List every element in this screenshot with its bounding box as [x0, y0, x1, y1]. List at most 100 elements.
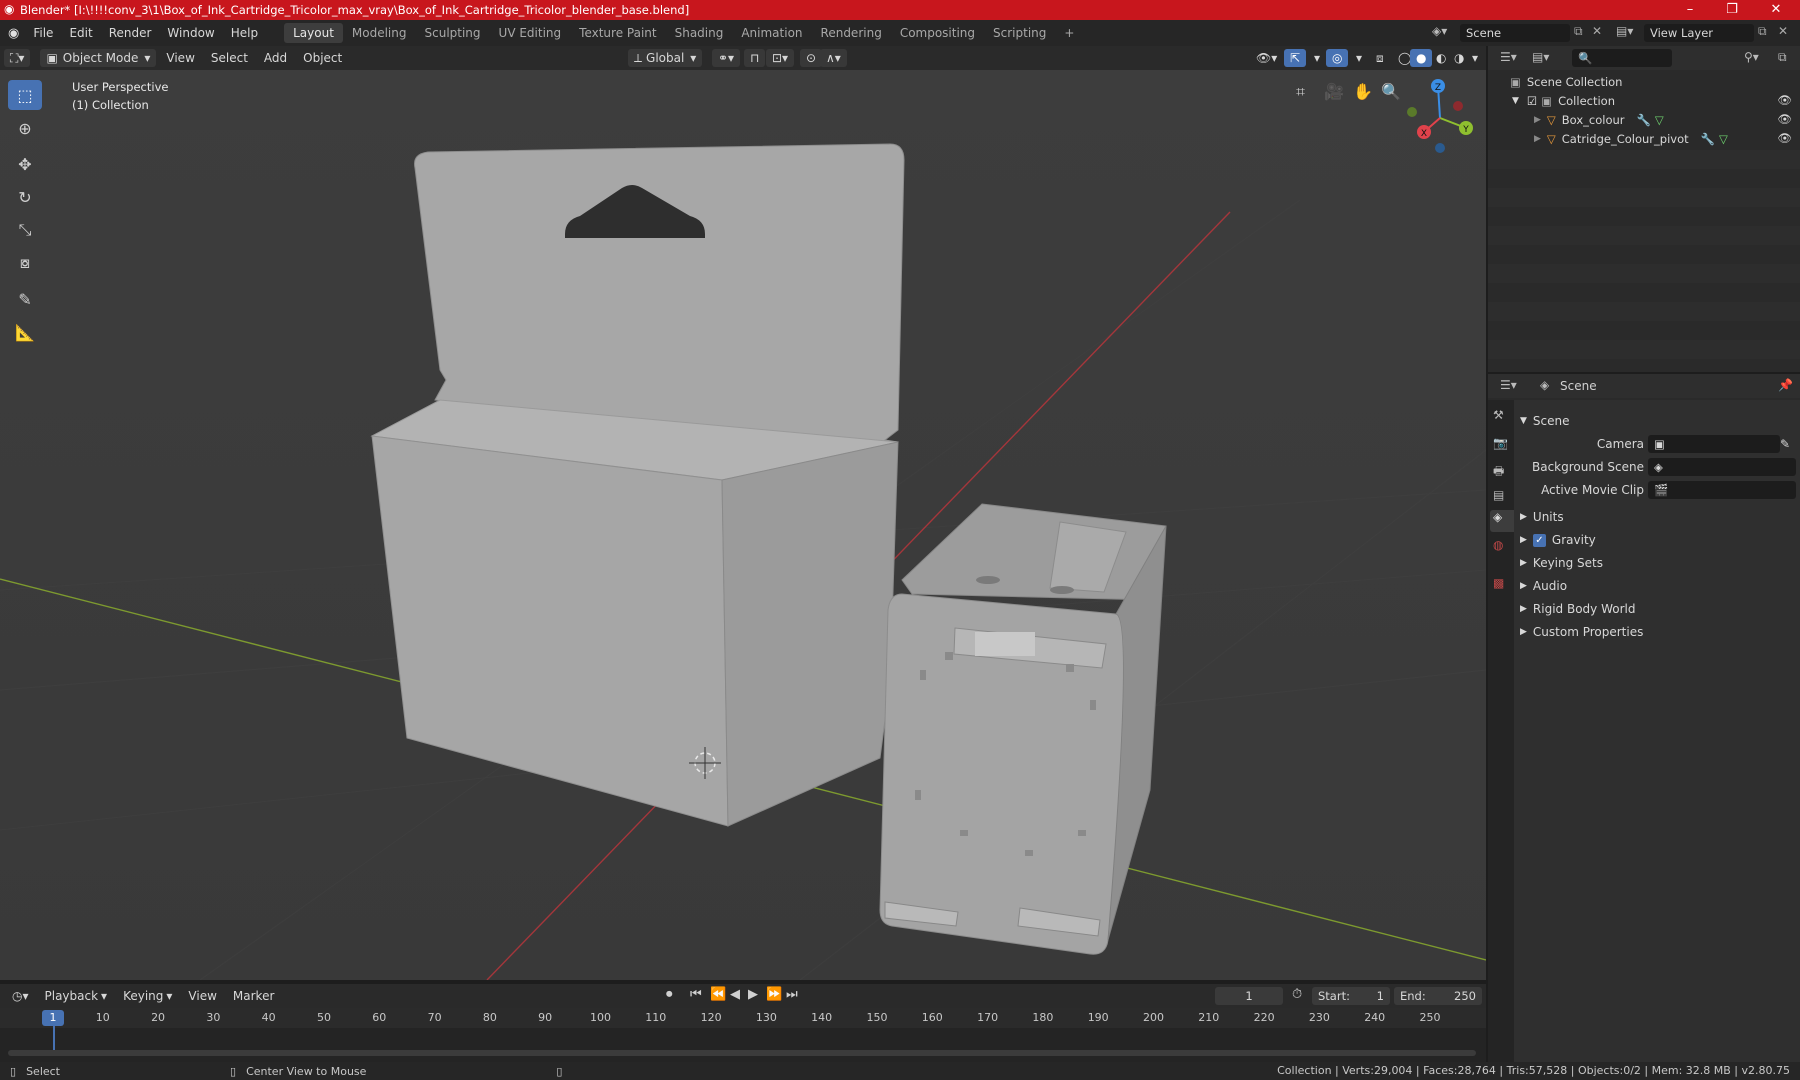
pan-hand-icon[interactable]: ✋ [1353, 82, 1373, 101]
rotate-tool[interactable]: ↻ [8, 182, 42, 212]
close-button[interactable]: ✕ [1756, 0, 1796, 20]
3d-viewport[interactable]: User Perspective (1) Collection ⌗ 🎥 ✋ 🔍 … [0, 70, 1486, 980]
camera-field[interactable]: ▣ [1648, 435, 1780, 453]
menu-object[interactable]: Object [297, 49, 348, 67]
new-view-layer-icon[interactable]: ⧉ [1758, 24, 1767, 39]
scene-name-field[interactable]: Scene [1460, 24, 1570, 42]
transform-orientation-dropdown[interactable]: ⟂ Global ▾ [628, 49, 703, 67]
visibility-eye-icon[interactable]: 👁 [1777, 131, 1792, 145]
navigation-gizmo[interactable]: Z Y X [1398, 76, 1482, 160]
new-collection-icon[interactable]: ⧉ [1778, 50, 1787, 65]
menu-select[interactable]: Select [205, 49, 254, 67]
snap-target-button[interactable]: ⊡▾ [766, 49, 795, 67]
outliner-row-box-colour[interactable]: ▶ ▽ Box_colour 🔧 ▽ 👁 [1488, 110, 1800, 129]
outliner-editor-type-icon[interactable]: ☰▾ [1500, 50, 1517, 64]
editor-type-button[interactable]: ⛶▾ [4, 49, 31, 67]
record-icon[interactable]: ⏺ [666, 987, 673, 1002]
tab-uv-editing[interactable]: UV Editing [490, 23, 571, 43]
xray-toggle[interactable]: ⧈ [1370, 49, 1390, 67]
tab-shading[interactable]: Shading [666, 23, 733, 43]
falloff-button[interactable]: ∧▾ [820, 49, 847, 67]
prev-keyframe-icon[interactable]: ⏪ [710, 987, 726, 1002]
menu-render[interactable]: Render [101, 26, 160, 40]
grid-view-icon[interactable]: ⌗ [1296, 82, 1305, 102]
tool-tab-icon[interactable]: ⚒ [1493, 408, 1504, 422]
custom-properties-panel[interactable]: ▶ Custom Properties [1520, 621, 1798, 643]
measure-tool[interactable]: 📐 [8, 317, 42, 347]
timeline-editor-type-button[interactable]: ◷▾ [6, 987, 35, 1005]
scene-panel-header[interactable]: ▼ Scene [1520, 410, 1798, 432]
filter-icon[interactable]: ⚲▾ [1744, 50, 1759, 64]
delete-view-layer-icon[interactable]: ✕ [1778, 24, 1788, 38]
maximize-button[interactable]: ❐ [1712, 0, 1752, 20]
menu-playback[interactable]: Playback ▾ [39, 987, 114, 1005]
tab-rendering[interactable]: Rendering [812, 23, 891, 43]
scale-tool[interactable]: ⤡ [8, 215, 42, 245]
menu-window[interactable]: Window [159, 26, 222, 40]
visibility-eye-icon[interactable]: 👁 [1777, 112, 1792, 126]
mode-dropdown[interactable]: ▣ Object Mode ▾ [40, 49, 157, 67]
move-tool[interactable]: ✥ [8, 149, 42, 179]
select-box-tool[interactable]: ⬚ [8, 80, 42, 110]
mesh-data-icon[interactable]: ▽ [1655, 113, 1664, 127]
pin-icon[interactable]: 📌 [1778, 378, 1793, 392]
background-scene-field[interactable]: ◈ [1648, 458, 1796, 476]
view-layer-tab-icon[interactable]: ▤ [1493, 488, 1504, 502]
rigid-body-world-panel[interactable]: ▶ Rigid Body World [1520, 598, 1798, 620]
keying-sets-panel[interactable]: ▶ Keying Sets [1520, 552, 1798, 574]
cursor-tool[interactable]: ⊕ [8, 113, 42, 143]
shading-dropdown[interactable]: ▾ [1466, 49, 1484, 67]
menu-file[interactable]: File [25, 26, 61, 40]
gizmo-dropdown[interactable]: ▾ [1308, 49, 1326, 67]
end-frame-field[interactable]: End: 250 [1394, 987, 1482, 1005]
outliner-row-scene-collection[interactable]: ▣ Scene Collection [1488, 72, 1800, 91]
tab-compositing[interactable]: Compositing [891, 23, 984, 43]
tab-sculpting[interactable]: Sculpting [416, 23, 490, 43]
outliner-row-collection[interactable]: ▼ ☑ ▣ Collection 👁 [1488, 91, 1800, 110]
units-panel[interactable]: ▶ Units [1520, 506, 1798, 528]
scene-tab-icon[interactable]: ◈ [1490, 510, 1514, 532]
display-mode-icon[interactable]: ▤▾ [1532, 50, 1549, 64]
overlays-dropdown[interactable]: ▾ [1350, 49, 1368, 67]
visibility-eye-icon[interactable]: 👁 [1777, 93, 1792, 107]
gravity-panel[interactable]: ▶ ✓ Gravity [1520, 529, 1798, 551]
blender-menu-icon[interactable]: ◉ [8, 26, 19, 41]
next-keyframe-icon[interactable]: ⏩ [766, 987, 782, 1002]
visibility-icon[interactable]: 👁▾ [1250, 49, 1283, 67]
menu-add[interactable]: Add [258, 49, 293, 67]
add-workspace-button[interactable]: + [1055, 23, 1083, 43]
current-frame-field[interactable]: 1 [1215, 987, 1283, 1005]
snap-toggle[interactable]: ⊓ [744, 49, 766, 67]
tab-texture-paint[interactable]: Texture Paint [570, 23, 665, 43]
gizmo-toggle[interactable]: ⇱ [1284, 49, 1307, 67]
transform-tool[interactable]: ⧇ [8, 248, 42, 278]
minimize-button[interactable]: – [1670, 0, 1710, 20]
output-tab-icon[interactable]: 🖶 [1493, 462, 1504, 483]
eyedropper-icon[interactable]: ✎ [1780, 437, 1790, 451]
tab-layout[interactable]: Layout [284, 23, 343, 43]
tab-modeling[interactable]: Modeling [343, 23, 416, 43]
expand-arrow-icon[interactable]: ▼ [1512, 96, 1519, 106]
tab-scripting[interactable]: Scripting [984, 23, 1055, 43]
gravity-checkbox[interactable]: ✓ [1532, 533, 1546, 547]
start-frame-field[interactable]: Start: 1 [1312, 987, 1390, 1005]
view-layer-icon[interactable]: ▤▾ [1616, 24, 1633, 38]
jump-end-icon[interactable]: ⏭ [786, 987, 798, 1002]
tab-animation[interactable]: Animation [732, 23, 811, 43]
view-layer-field[interactable]: View Layer [1644, 24, 1754, 42]
menu-help[interactable]: Help [223, 26, 266, 40]
pivot-point-button[interactable]: ⚭▾ [712, 49, 741, 67]
play-icon[interactable]: ▶ [748, 987, 758, 1002]
new-scene-icon[interactable]: ⧉ [1574, 24, 1583, 39]
timeline-scrollbar[interactable] [8, 1050, 1476, 1056]
jump-start-icon[interactable]: ⏮ [690, 987, 702, 1002]
menu-view[interactable]: View [160, 49, 200, 67]
menu-marker[interactable]: Marker [227, 987, 280, 1005]
outliner-search-input[interactable]: 🔍 [1572, 49, 1672, 67]
menu-timeline-view[interactable]: View [182, 987, 222, 1005]
proportional-edit-toggle[interactable]: ⊙ [800, 49, 823, 67]
modifier-wrench-icon[interactable]: 🔧 [1701, 132, 1715, 146]
timeline-area[interactable]: 1 10 20 30 40 50 60 70 80 90 100 110 120 130 140 150 160… [0, 1008, 1486, 1066]
world-tab-icon[interactable]: ◍ [1493, 538, 1503, 552]
expand-arrow-icon[interactable]: ▶ [1534, 115, 1541, 125]
